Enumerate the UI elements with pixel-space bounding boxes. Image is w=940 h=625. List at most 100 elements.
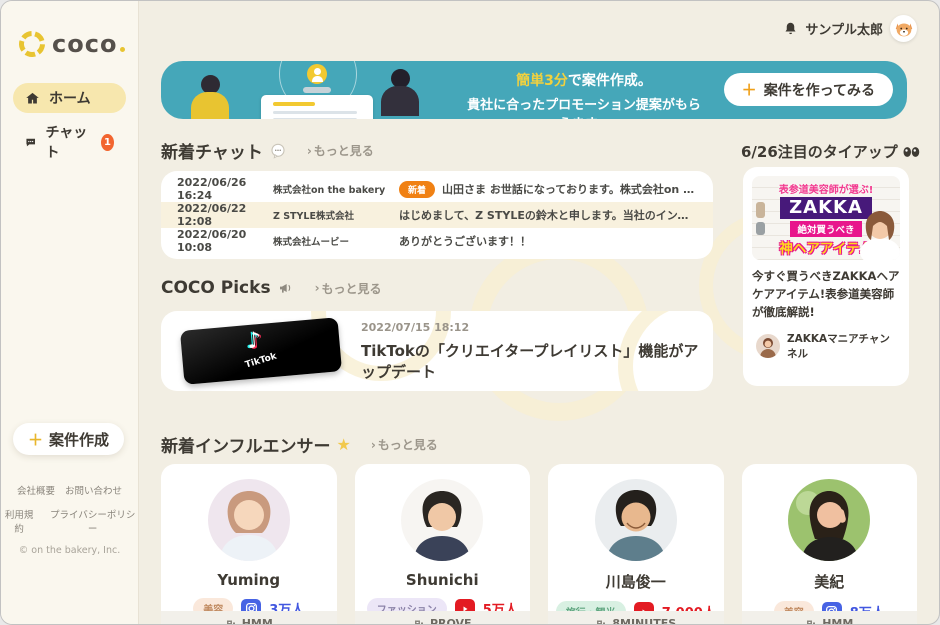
footer-link-company[interactable]: 会社概要: [17, 483, 55, 497]
user-name[interactable]: サンプル太郎: [805, 19, 883, 38]
thumb-person-image: [854, 206, 900, 260]
coco-logo[interactable]: coco: [19, 31, 125, 57]
copyright-text: © on the bakery, Inc.: [1, 545, 138, 556]
chat-message: はじめまして、Z STYLEの鈴木と申します。当社のインフルエンサーに興味を持っ…: [399, 207, 697, 223]
agency-name: 8MINUTES: [612, 617, 676, 625]
sidebar-item-label: チャット: [45, 122, 88, 162]
picks-more-link[interactable]: ›もっと見る: [315, 280, 382, 297]
new-badge: 新着: [399, 181, 435, 198]
chat-row[interactable]: 2022/06/22 12:08 Z STYLE株式会社 はじめまして、Z ST…: [161, 202, 713, 228]
tieup-description: 今すぐ買うべきZAKKAヘアケアアイテム!表参道美容師が徹底解説!: [752, 268, 900, 321]
plus-icon: ＋: [742, 79, 757, 100]
agency-footer: HMM: [742, 611, 918, 625]
tiktok-label: TikTok: [244, 352, 278, 371]
user-avatar[interactable]: [890, 15, 917, 42]
influencer-card[interactable]: Yuming 美容 3万人 HMM: [161, 464, 337, 625]
sidebar-footer: 会社概要 お問い合わせ 利用規約 プライバシーポリシー © on the bak…: [1, 483, 138, 556]
tiktok-note-icon: ♪: [246, 328, 262, 354]
chat-company: 株式会社on the bakery: [273, 182, 399, 196]
banner-line2: 貴社に合ったプロモーション提案がもらえます。: [461, 94, 707, 119]
speech-bubble-icon: [269, 142, 287, 160]
banner-highlight: 簡単3分: [516, 73, 568, 89]
chat-unread-badge: 1: [101, 134, 114, 151]
influencer-name: Shunichi: [355, 571, 531, 589]
building-icon: [413, 618, 425, 625]
banner-illustration: [191, 61, 421, 119]
dog-avatar-icon: [893, 18, 915, 40]
chat-list: 2022/06/26 16:24 株式会社on the bakery 新着 山田…: [161, 171, 713, 259]
banner-line1: で案件作成。: [568, 73, 652, 89]
chat-company: Z STYLE株式会社: [273, 208, 399, 222]
chat-datetime: 2022/06/22 12:08: [177, 202, 273, 228]
sidebar-create-case-button[interactable]: ＋ 案件作成: [13, 423, 124, 455]
building-icon: [805, 618, 817, 625]
plus-icon: ＋: [28, 429, 43, 450]
sidebar: coco ホーム チャット 1 ＋ 案件作成 会社概要 お問い合わせ: [1, 1, 139, 624]
chat-icon: [25, 135, 36, 150]
main-content: サンプル太郎: [139, 1, 939, 624]
logo-text: coco: [52, 32, 117, 56]
cta-label: 案件を作ってみる: [764, 80, 875, 100]
influencer-section-title: 新着インフルエンサー: [161, 432, 331, 457]
app-window: coco ホーム チャット 1 ＋ 案件作成 会社概要 お問い合わせ: [0, 0, 940, 625]
picks-card[interactable]: ♪ TikTok 2022/07/15 18:12 TikTokの「クリエイター…: [161, 311, 713, 391]
illustration-pill: [303, 87, 331, 93]
banner-text: 簡単3分で案件作成。 貴社に合ったプロモーション提案がもらえます。: [461, 70, 707, 119]
agency-footer: HMM: [161, 611, 337, 625]
agency-name: HMM: [822, 617, 853, 625]
influencer-card[interactable]: 川島俊一 旅行・観光 7,000人 8MINUTES: [548, 464, 724, 625]
agency-name: PROVE: [430, 617, 472, 625]
influencer-avatar: [595, 479, 677, 561]
home-icon: [25, 91, 40, 106]
footer-link-contact[interactable]: お問い合わせ: [65, 483, 122, 497]
illustration-whiteboard: [261, 95, 373, 119]
influencer-card[interactable]: Shunichi ファッション 5万人 PROVE: [355, 464, 531, 625]
influencer-name: Yuming: [161, 571, 337, 589]
chat-datetime: 2022/06/26 16:24: [177, 176, 273, 202]
sidebar-item-chat[interactable]: チャット 1: [13, 127, 126, 157]
channel-avatar: [756, 334, 780, 358]
agency-footer: PROVE: [355, 611, 531, 625]
influencer-more-link[interactable]: ›もっと見る: [371, 436, 438, 453]
create-case-label: 案件作成: [49, 429, 109, 450]
sidebar-item-label: ホーム: [49, 88, 91, 108]
chat-message: 山田さま お世話になっております。株式会社on the bakeryの佐藤と申し…: [442, 181, 697, 197]
agency-footer: 8MINUTES: [548, 611, 724, 625]
illustration-avatar-icon: [307, 64, 327, 84]
chat-section-title: 新着チャット: [161, 138, 263, 163]
illustration-person-left: [191, 75, 229, 119]
influencer-avatar: [208, 479, 290, 561]
illustration-person-right: [381, 69, 419, 116]
sidebar-item-home[interactable]: ホーム: [13, 83, 126, 113]
influencer-avatar: [401, 479, 483, 561]
chat-row[interactable]: 2022/06/20 10:08 株式会社ムービー ありがとうございます！！: [161, 228, 713, 254]
chat-more-link[interactable]: ›もっと見る: [307, 142, 374, 159]
megaphone-icon: [277, 280, 295, 296]
chevron-right-icon: ›: [315, 281, 320, 295]
eyes-icon: [902, 146, 920, 158]
tieup-card[interactable]: 表参道美容師が選ぶ! ZAKKA 絶対買うべき 神ヘアアイテム 今すぐ買うべきZ…: [743, 167, 909, 386]
create-case-cta-button[interactable]: ＋ 案件を作ってみる: [724, 73, 893, 106]
star-icon: ★: [337, 435, 351, 454]
influencer-name: 川島俊一: [548, 571, 724, 592]
influencer-name: 美紀: [742, 571, 918, 592]
tieup-thumbnail[interactable]: 表参道美容師が選ぶ! ZAKKA 絶対買うべき 神ヘアアイテム: [752, 176, 900, 260]
chat-datetime: 2022/06/20 10:08: [177, 228, 273, 254]
footer-link-privacy[interactable]: プライバシーポリシー: [47, 507, 138, 535]
picks-title: TikTokの「クリエイタープレイリスト」機能がアップデート: [361, 340, 713, 382]
chat-row[interactable]: 2022/06/26 16:24 株式会社on the bakery 新着 山田…: [161, 176, 713, 202]
channel-name: ZAKKAマニアチャンネル: [787, 331, 900, 361]
tieup-section-title: 6/26注目のタイアップ: [741, 141, 898, 162]
tieup-channel[interactable]: ZAKKAマニアチャンネル: [752, 331, 900, 361]
building-icon: [595, 618, 607, 625]
chevron-right-icon: ›: [307, 144, 312, 158]
picks-datetime: 2022/07/15 18:12: [361, 321, 713, 334]
bell-icon[interactable]: [783, 21, 798, 37]
chevron-right-icon: ›: [371, 438, 376, 452]
topbar: サンプル太郎: [783, 15, 917, 42]
footer-link-terms[interactable]: 利用規約: [1, 507, 37, 535]
agency-name: HMM: [242, 617, 273, 625]
thumb-products: [756, 202, 765, 235]
influencer-card[interactable]: 美紀 美容 8万人 HMM: [742, 464, 918, 625]
picks-section-title: COCO Picks: [161, 278, 271, 298]
